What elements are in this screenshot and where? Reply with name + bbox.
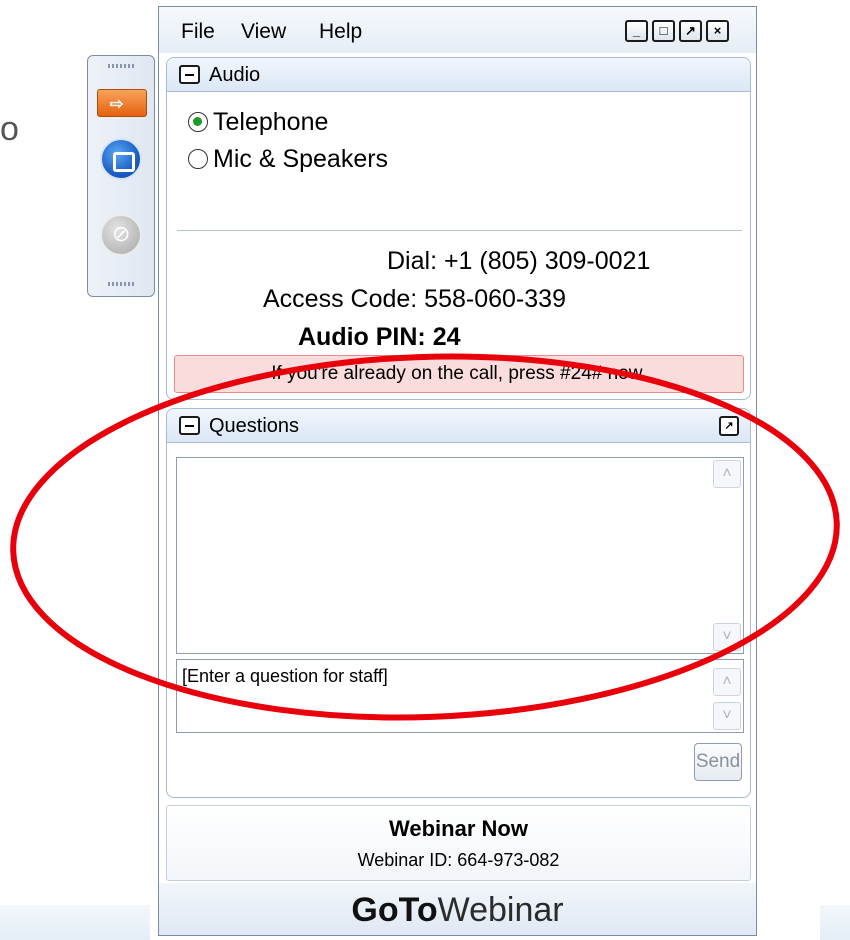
menu-file[interactable]: File xyxy=(181,20,215,44)
audio-pane-title: Audio xyxy=(209,64,261,86)
grip-handle-bottom[interactable] xyxy=(108,282,134,286)
footer-branding: GoToWebinar xyxy=(159,883,756,935)
maximize-icon: □ xyxy=(659,23,668,38)
scroll-down-icon[interactable]: ˅ xyxy=(713,623,741,651)
radio-selected-icon[interactable] xyxy=(188,112,208,132)
gotowebinar-window: File View Help _ □ ↗ × Audio Telephone M… xyxy=(158,6,757,936)
background-strip xyxy=(0,905,150,940)
collapse-audio-button[interactable] xyxy=(179,65,200,84)
grip-handle-top[interactable] xyxy=(108,64,134,68)
input-scroll-down-icon[interactable]: ˅ xyxy=(713,702,741,730)
menu-view[interactable]: View xyxy=(241,20,286,44)
radio-mic-speakers[interactable]: Mic & Speakers xyxy=(188,145,388,174)
scroll-up-icon[interactable]: ˄ xyxy=(713,460,741,488)
minimize-button[interactable]: _ xyxy=(625,20,648,42)
radio-telephone-label: Telephone xyxy=(213,108,329,136)
collapse-questions-button[interactable] xyxy=(179,416,200,435)
input-scroll-up-icon[interactable]: ˄ xyxy=(713,668,741,696)
gotowebinar-logo: GoToWebinar xyxy=(159,891,756,930)
show-hide-arrow-button[interactable]: ⇨ xyxy=(97,89,147,117)
popout-questions-icon[interactable]: ↗ xyxy=(719,416,739,436)
screen-share-icon[interactable] xyxy=(100,138,142,180)
radio-mic-speakers-label: Mic & Speakers xyxy=(213,145,389,173)
background-strip xyxy=(820,905,850,940)
send-button[interactable]: Send xyxy=(694,743,742,781)
audio-pin: Audio PIN: 24 xyxy=(298,323,461,351)
arrow-right-icon: ⇨ xyxy=(110,96,124,113)
audio-pin-alert: If you're already on the call, press #24… xyxy=(174,355,744,393)
webinar-info: Webinar Now Webinar ID: 664-973-082 xyxy=(166,805,751,881)
questions-pane-title: Questions xyxy=(209,415,300,437)
audio-pane-header: Audio xyxy=(167,58,750,92)
question-input-placeholder: [Enter a question for staff] xyxy=(182,666,388,686)
logo-webinar: Webinar xyxy=(437,891,564,929)
access-code: Access Code: 558-060-339 xyxy=(263,285,566,313)
divider xyxy=(177,797,742,798)
webinar-id: Webinar ID: 664-973-082 xyxy=(357,850,560,870)
questions-pane: Questions ↗ ˄ ˅ [Enter a question for st… xyxy=(166,408,751,798)
title-bar: File View Help _ □ ↗ × xyxy=(159,7,756,53)
divider xyxy=(177,230,742,231)
close-button[interactable]: × xyxy=(706,20,729,42)
microphone-muted-icon[interactable] xyxy=(100,214,142,256)
control-panel: ⇨ xyxy=(87,55,155,297)
minimize-icon: _ xyxy=(632,23,641,38)
background-partial-text: o xyxy=(0,110,19,148)
logo-goto: GoTo xyxy=(351,891,438,929)
radio-unselected-icon[interactable] xyxy=(188,149,208,169)
dial-number: Dial: +1 (805) 309-0021 xyxy=(387,247,651,275)
questions-pane-header: Questions ↗ xyxy=(167,409,750,443)
radio-telephone[interactable]: Telephone xyxy=(188,108,328,137)
menu-help[interactable]: Help xyxy=(319,20,362,44)
question-input[interactable]: [Enter a question for staff] ˄ ˅ xyxy=(176,659,744,733)
questions-log[interactable]: ˄ ˅ xyxy=(176,457,744,654)
maximize-button[interactable]: □ xyxy=(652,20,675,42)
popout-icon: ↗ xyxy=(685,23,696,38)
webinar-name: Webinar Now xyxy=(389,816,528,841)
close-icon: × xyxy=(713,23,722,38)
audio-pane: Audio Telephone Mic & Speakers Dial: +1 … xyxy=(166,57,751,400)
popout-button[interactable]: ↗ xyxy=(679,20,702,42)
